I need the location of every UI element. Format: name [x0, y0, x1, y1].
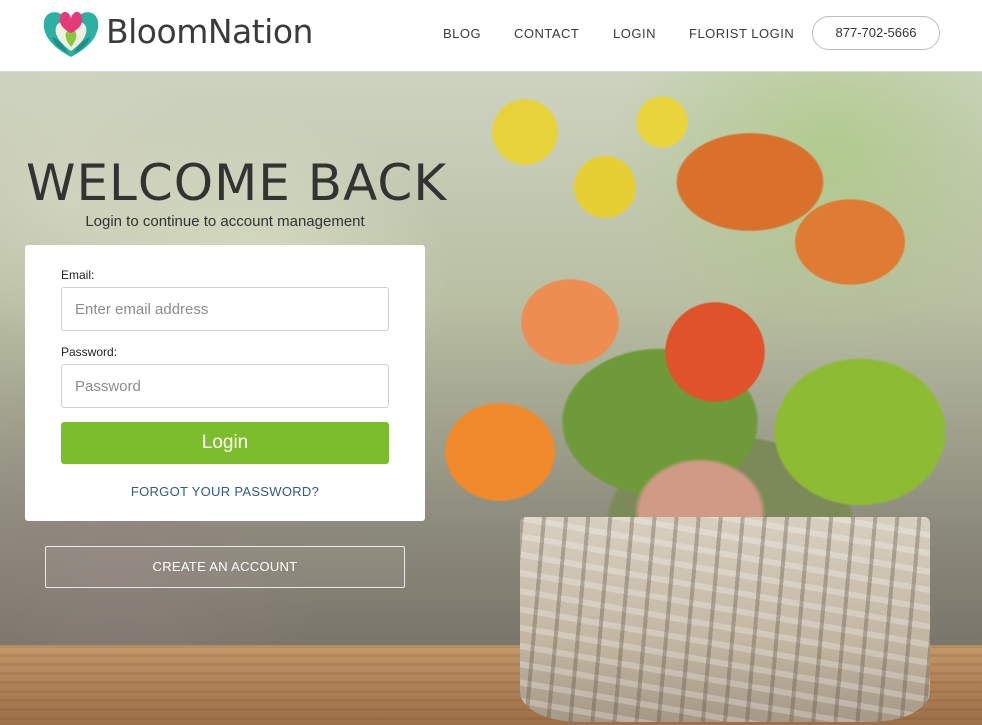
password-label: Password:	[61, 345, 118, 359]
welcome-subtitle: Login to continue to account management	[85, 213, 365, 230]
birch-bark-pot-image	[520, 517, 930, 722]
welcome-title: WELCOME BACK	[26, 154, 448, 212]
email-field[interactable]	[61, 287, 389, 331]
bloomnation-logo-icon[interactable]	[40, 7, 102, 61]
login-card: Email: Password: Login FORGOT YOUR PASSW…	[25, 245, 425, 521]
forgot-password-link[interactable]: FORGOT YOUR PASSWORD?	[25, 484, 425, 499]
site-header: BloomNation BLOG CONTACT LOGIN FLORIST L…	[0, 0, 982, 72]
nav-login[interactable]: LOGIN	[613, 26, 656, 41]
email-label: Email:	[61, 268, 95, 282]
password-field[interactable]	[61, 364, 389, 408]
login-button[interactable]: Login	[61, 422, 389, 464]
create-account-button[interactable]: CREATE AN ACCOUNT	[45, 546, 405, 588]
nav-florist-login[interactable]: FLORIST LOGIN	[689, 26, 794, 41]
nav-blog[interactable]: BLOG	[443, 26, 481, 41]
phone-button[interactable]: 877-702-5666	[812, 16, 940, 50]
brand-name[interactable]: BloomNation	[106, 12, 313, 51]
nav-contact[interactable]: CONTACT	[514, 26, 579, 41]
flower-arrangement-image	[430, 92, 982, 562]
